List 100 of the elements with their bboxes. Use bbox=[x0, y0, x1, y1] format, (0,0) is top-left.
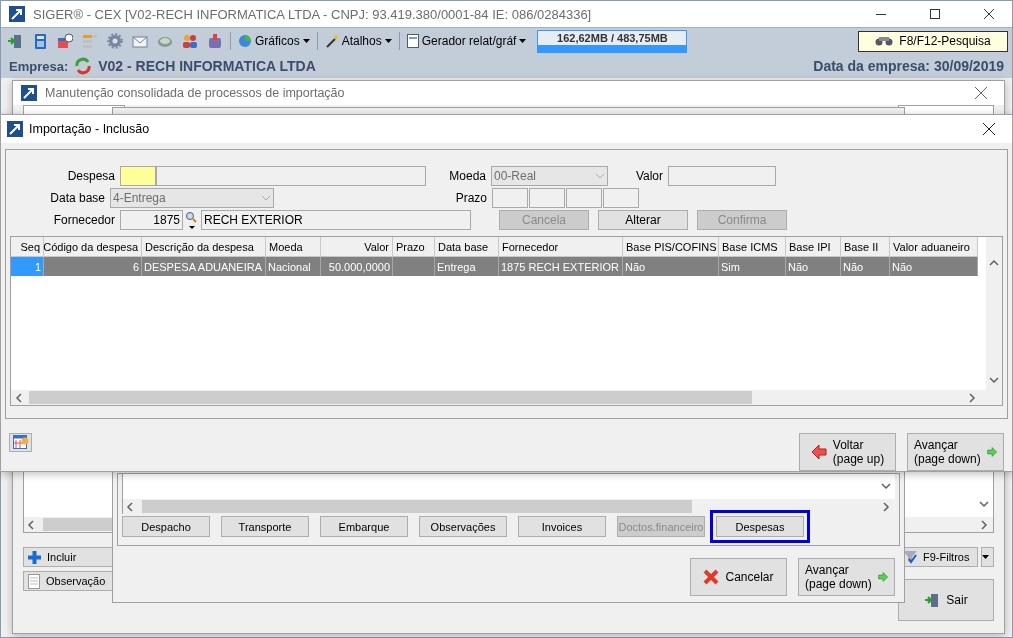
next-button[interactable]: Avançar (page down) bbox=[798, 558, 895, 596]
column-header[interactable]: Descrição da despesa bbox=[142, 237, 266, 257]
term-field[interactable] bbox=[529, 188, 565, 208]
scroll-right-icon[interactable] bbox=[882, 501, 892, 512]
column-header[interactable]: Base PIS/COFINS bbox=[623, 237, 719, 257]
app-logo-icon bbox=[21, 85, 37, 101]
column-header[interactable]: Data base bbox=[435, 237, 499, 257]
dialog-title: Manutenção consolidada de processos de importação bbox=[45, 86, 346, 100]
box-icon bbox=[207, 33, 223, 49]
cancel-button[interactable]: Cancelar bbox=[690, 558, 787, 596]
scroll-left-icon[interactable] bbox=[126, 501, 136, 512]
toolbar-button[interactable] bbox=[105, 31, 125, 51]
app-logo-icon bbox=[7, 121, 23, 137]
field-label: Despesa bbox=[66, 169, 115, 183]
notepad-icon bbox=[28, 573, 40, 589]
column-header[interactable]: Valor aduaneiro bbox=[890, 237, 978, 257]
table-cell: Não bbox=[786, 257, 841, 276]
scroll-left-icon[interactable] bbox=[27, 519, 37, 530]
caret-icon bbox=[519, 39, 527, 43]
section-button[interactable]: Observações bbox=[419, 516, 507, 537]
column-header[interactable]: Moeda bbox=[266, 237, 321, 257]
scroll-right-icon[interactable] bbox=[968, 392, 978, 403]
section-button[interactable]: Invoices bbox=[518, 516, 606, 537]
dropdown-button[interactable] bbox=[981, 547, 994, 567]
scrollbar[interactable] bbox=[986, 237, 1002, 390]
app-logo-icon bbox=[9, 6, 25, 22]
cross-icon bbox=[703, 569, 720, 585]
table-cell: 1 bbox=[11, 257, 44, 276]
magic-wand-icon bbox=[324, 34, 339, 48]
field-label: Fornecedor bbox=[52, 213, 115, 227]
calculator-icon bbox=[32, 33, 48, 49]
column-header[interactable]: Valor bbox=[321, 237, 393, 257]
company-label: Empresa: bbox=[9, 58, 69, 74]
caret-icon bbox=[384, 39, 392, 43]
door-arrow-icon bbox=[924, 592, 941, 608]
section-button[interactable]: Transporte bbox=[221, 516, 309, 537]
gear-icon bbox=[107, 33, 123, 49]
close-icon bbox=[983, 123, 995, 135]
supplier-code-field[interactable]: 1875 bbox=[120, 210, 183, 230]
window-clock-icon bbox=[57, 33, 73, 49]
scroll-left-icon[interactable] bbox=[15, 392, 25, 403]
section-button[interactable]: Embarque bbox=[320, 516, 408, 537]
toolbar-button[interactable] bbox=[9, 433, 32, 452]
lookup-icon[interactable] bbox=[185, 211, 199, 229]
column-header[interactable]: Prazo bbox=[393, 237, 435, 257]
column-header[interactable]: Seq bbox=[11, 237, 44, 257]
table-cell: Entrega bbox=[435, 257, 499, 276]
table-row[interactable]: 1 6 DESPESA ADUANEIRA Nacional 50.000,0000 Entrega 1875 RECH EXTERIOR Não Sim Não Não Não bbox=[11, 257, 986, 277]
envelope-icon bbox=[132, 33, 148, 49]
code-field[interactable] bbox=[120, 166, 156, 186]
caret-icon bbox=[982, 555, 989, 559]
scrollbar[interactable] bbox=[11, 390, 1002, 405]
column-header[interactable]: Código da despesa bbox=[44, 237, 142, 257]
dialog-title: Importação - Inclusão bbox=[29, 122, 151, 136]
table-cell: 50.000,0000 bbox=[321, 257, 393, 276]
table-cell: DESPESA ADUANEIRA bbox=[142, 257, 266, 276]
scroll-down-icon[interactable] bbox=[979, 500, 989, 510]
field-label: Data base bbox=[49, 191, 105, 205]
table-cell: Nacional bbox=[266, 257, 321, 276]
caret-icon bbox=[302, 39, 310, 43]
term-field[interactable] bbox=[603, 188, 639, 208]
close-icon bbox=[975, 87, 987, 99]
door-arrow-icon bbox=[7, 33, 23, 49]
column-header[interactable]: Base ICMS bbox=[719, 237, 786, 257]
close-icon bbox=[984, 9, 994, 19]
column-header[interactable]: Base IPI bbox=[786, 237, 841, 257]
refresh-icon bbox=[74, 57, 93, 75]
toolbar-menu[interactable]: Atalhos bbox=[322, 34, 394, 48]
term-field[interactable] bbox=[566, 188, 602, 208]
toolbar-menu[interactable]: Gráficos bbox=[236, 34, 312, 48]
chevron-down-icon bbox=[261, 195, 271, 201]
field-label: Valor bbox=[634, 169, 663, 183]
supplier-name-field[interactable]: RECH EXTERIOR bbox=[201, 210, 471, 230]
table-cell: Não bbox=[623, 257, 719, 276]
toolbar-menu[interactable]: Gerador relat/gráf bbox=[404, 34, 529, 48]
back-button[interactable]: Voltar (page up) bbox=[799, 433, 896, 471]
pie-chart-icon bbox=[238, 34, 252, 48]
scroll-down-icon[interactable] bbox=[881, 482, 891, 492]
search-button[interactable]: F8/F12-Pesquisa bbox=[858, 30, 1008, 52]
toolbar-button[interactable] bbox=[55, 31, 75, 51]
exit-button[interactable]: Sair bbox=[898, 579, 994, 621]
maximize-icon bbox=[930, 9, 940, 19]
table-cell: Não bbox=[890, 257, 978, 276]
plus-icon bbox=[28, 550, 41, 564]
scroll-right-icon[interactable] bbox=[980, 519, 990, 530]
column-header[interactable]: Fornecedor bbox=[499, 237, 623, 257]
field-label: Prazo bbox=[454, 191, 487, 205]
next-button[interactable]: Avançar (page down) bbox=[907, 433, 1004, 471]
window-title: SIGER® - CEX [V02-RECH INFORMATICA LTDA - CNPJ: 93.419.380/0001-84 IE: 086/0284336] bbox=[33, 6, 593, 22]
arrow-right-icon bbox=[877, 570, 888, 584]
term-field[interactable] bbox=[492, 188, 528, 208]
scrollbar[interactable] bbox=[123, 499, 895, 514]
arrow-left-icon bbox=[810, 445, 827, 459]
amount-field[interactable] bbox=[668, 166, 776, 186]
action-button[interactable]: Alterar bbox=[598, 210, 688, 230]
scroll-down-icon[interactable] bbox=[989, 376, 999, 386]
section-button[interactable]: Despacho bbox=[122, 516, 210, 537]
section-button[interactable]: Despesas bbox=[716, 516, 804, 537]
description-field[interactable] bbox=[156, 166, 426, 186]
column-header[interactable]: Base II bbox=[841, 237, 890, 257]
